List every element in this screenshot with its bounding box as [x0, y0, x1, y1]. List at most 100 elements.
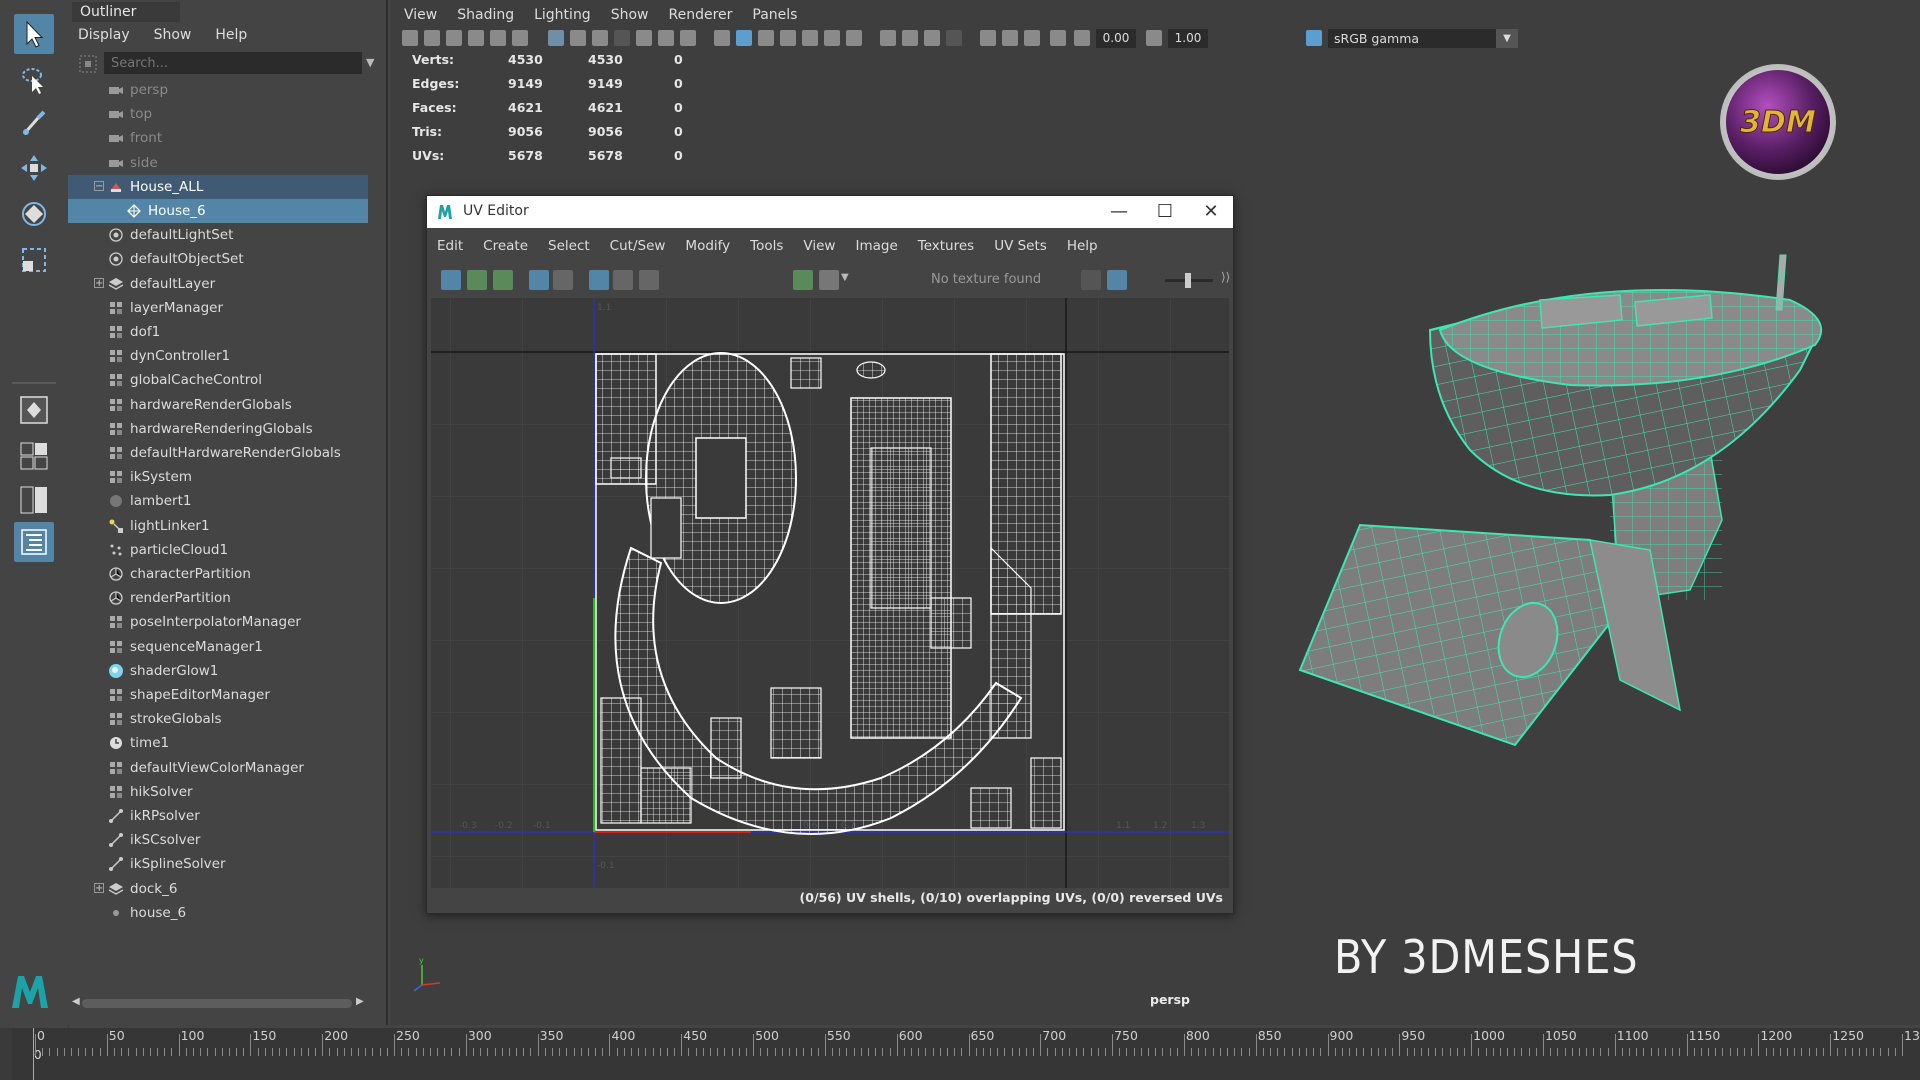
- filter-icon[interactable]: [78, 54, 98, 74]
- outliner-item-poseinterpolatormanager[interactable]: poseInterpolatorManager: [68, 610, 368, 634]
- outliner-item-shaderglow1[interactable]: shaderGlow1: [68, 659, 368, 683]
- textured-icon[interactable]: [780, 30, 796, 46]
- field-chart-icon[interactable]: [636, 30, 652, 46]
- menu-show[interactable]: Show: [611, 4, 649, 26]
- outliner-item-house-6[interactable]: House_6: [68, 199, 368, 223]
- ambient-occlusion-icon[interactable]: [846, 30, 862, 46]
- outliner-item-house-6[interactable]: house_6: [68, 901, 368, 925]
- outliner-item-dyncontroller1[interactable]: dynController1: [68, 344, 368, 368]
- rotate-tool-icon[interactable]: [14, 194, 54, 234]
- outliner-item-characterpartition[interactable]: characterPartition: [68, 562, 368, 586]
- outliner-item-front[interactable]: front: [68, 126, 368, 150]
- outliner-item-defaultviewcolormanager[interactable]: defaultViewColorManager: [68, 756, 368, 780]
- uv-canvas[interactable]: -0.3 -0.2 -0.1 0.6 0.7 1.1 1.2 1.3 1.1 -…: [431, 298, 1229, 888]
- outliner-item-lambert1[interactable]: lambert1: [68, 489, 368, 513]
- checker-icon[interactable]: [819, 270, 839, 290]
- color-management-icon[interactable]: [1306, 30, 1322, 46]
- outliner-item-lightlinker1[interactable]: lightLinker1: [68, 514, 368, 538]
- expand-toggle-icon[interactable]: +: [94, 882, 104, 893]
- outliner-item-iksystem[interactable]: ikSystem: [68, 465, 368, 489]
- outliner-item-layermanager[interactable]: layerManager: [68, 296, 368, 320]
- outliner-item-defaultobjectset[interactable]: defaultObjectSet: [68, 247, 368, 271]
- multisample-icon[interactable]: [902, 30, 918, 46]
- uv-menu-edit[interactable]: Edit: [437, 238, 463, 254]
- outliner-item-defaultlayer[interactable]: + defaultLayer: [68, 272, 368, 296]
- outliner-item-defaulthardwarerenderglobals[interactable]: defaultHardwareRenderGlobals: [68, 441, 368, 465]
- uv-menu-help[interactable]: Help: [1067, 238, 1098, 254]
- safe-title-icon[interactable]: [680, 30, 696, 46]
- uv-shade-icon[interactable]: [553, 270, 573, 290]
- uv-distortion-icon[interactable]: [613, 270, 633, 290]
- menu-lighting[interactable]: Lighting: [534, 4, 591, 26]
- outliner-item-hiksolver[interactable]: hikSolver: [68, 780, 368, 804]
- uv-layout[interactable]: -0.3 -0.2 -0.1 0.6 0.7 1.1 1.2 1.3 1.1 -…: [431, 298, 1229, 888]
- outliner-item-strokeglobals[interactable]: strokeGlobals: [68, 707, 368, 731]
- four-view-layout-icon[interactable]: [14, 436, 54, 476]
- uv-menu-view[interactable]: View: [803, 238, 835, 254]
- wireframe-on-shaded-icon[interactable]: [758, 30, 774, 46]
- smooth-shade-icon[interactable]: [736, 30, 752, 46]
- outliner-item-iksplinesolver[interactable]: ikSplineSolver: [68, 852, 368, 876]
- outliner-item-dock-6[interactable]: + dock_6: [68, 877, 368, 901]
- maximize-icon[interactable]: ☐: [1145, 198, 1185, 226]
- xray-icon[interactable]: [980, 30, 996, 46]
- time-slider[interactable]: 0 0 50 100 150 200 250 300 350 400 450 500 550 600 65…: [0, 1028, 1920, 1080]
- slider-knob[interactable]: [1185, 273, 1191, 288]
- menu-renderer[interactable]: Renderer: [668, 4, 732, 26]
- wireframe-icon[interactable]: [714, 30, 730, 46]
- outliner-layout-icon[interactable]: [14, 522, 54, 562]
- checker-dropdown-icon[interactable]: ▼: [841, 272, 849, 283]
- uv-snapshot-icon[interactable]: [639, 270, 659, 290]
- uv-select-icon[interactable]: [467, 270, 487, 290]
- minimize-icon[interactable]: —: [1099, 198, 1139, 226]
- outliner-item-hardwarerenderingglobals[interactable]: hardwareRenderingGlobals: [68, 417, 368, 441]
- uv-menu-select[interactable]: Select: [548, 238, 590, 254]
- backface-culling-icon[interactable]: [1050, 30, 1066, 46]
- bookmark-icon[interactable]: [446, 30, 462, 46]
- select-tool-icon[interactable]: [14, 14, 54, 54]
- house-mesh-wireframe[interactable]: [1290, 250, 1830, 770]
- exposure-icon[interactable]: [1074, 30, 1090, 46]
- paint-select-tool-icon[interactable]: [14, 104, 54, 144]
- depth-of-field-icon[interactable]: [924, 30, 940, 46]
- rgb-channel-icon[interactable]: [1081, 270, 1101, 290]
- grease-pencil-icon[interactable]: [512, 30, 528, 46]
- image-ratio-icon[interactable]: [1107, 270, 1127, 290]
- scroll-left-icon[interactable]: ◀: [72, 996, 80, 1007]
- uv-menu-modify[interactable]: Modify: [685, 238, 730, 254]
- uv-menu-tools[interactable]: Tools: [750, 238, 783, 254]
- uv-menu-image[interactable]: Image: [855, 238, 897, 254]
- menu-show[interactable]: Show: [154, 24, 192, 46]
- outliner-item-time1[interactable]: time1: [68, 731, 368, 755]
- outliner-item-defaultlightset[interactable]: defaultLightSet: [68, 223, 368, 247]
- outliner-item-globalcachecontrol[interactable]: globalCacheControl: [68, 368, 368, 392]
- isolate-select-icon[interactable]: [946, 30, 962, 46]
- camera-attributes-icon[interactable]: [424, 30, 440, 46]
- color-space-select[interactable]: sRGB gamma ▼: [1328, 29, 1518, 48]
- expand-toggle-icon[interactable]: +: [94, 277, 104, 288]
- exposure-field[interactable]: 0.00: [1096, 29, 1136, 48]
- two-view-layout-icon[interactable]: [14, 480, 54, 520]
- menu-display[interactable]: Display: [78, 24, 130, 46]
- motion-blur-icon[interactable]: [880, 30, 896, 46]
- scale-tool-icon[interactable]: [14, 240, 54, 280]
- xray-joints-icon[interactable]: [1024, 30, 1040, 46]
- menu-view[interactable]: View: [404, 4, 437, 26]
- outliner-item-shapeeditormanager[interactable]: shapeEditorManager: [68, 683, 368, 707]
- expand-toolbar-icon[interactable]: ⟩⟩: [1221, 270, 1230, 284]
- uv-menu-create[interactable]: Create: [483, 238, 528, 254]
- close-icon[interactable]: ✕: [1191, 198, 1231, 226]
- image-plane-icon[interactable]: [468, 30, 484, 46]
- use-all-lights-icon[interactable]: [802, 30, 818, 46]
- xray-active-icon[interactable]: [1002, 30, 1018, 46]
- shadows-icon[interactable]: [824, 30, 840, 46]
- menu-help[interactable]: Help: [215, 24, 247, 46]
- outliner-item-house-all[interactable]: − House_ALL: [68, 174, 368, 199]
- uv-menu-uv-sets[interactable]: UV Sets: [994, 238, 1047, 254]
- uv-editor-window[interactable]: UV Editor — ☐ ✕ Edit Create Select Cut/Sew M…: [426, 195, 1234, 914]
- uv-brightness-slider[interactable]: [1165, 273, 1213, 288]
- uv-select-shell-icon[interactable]: [441, 270, 461, 290]
- scrollbar-thumb[interactable]: [82, 999, 352, 1008]
- uv-grid-icon[interactable]: [529, 270, 549, 290]
- uv-edge-icon[interactable]: [493, 270, 513, 290]
